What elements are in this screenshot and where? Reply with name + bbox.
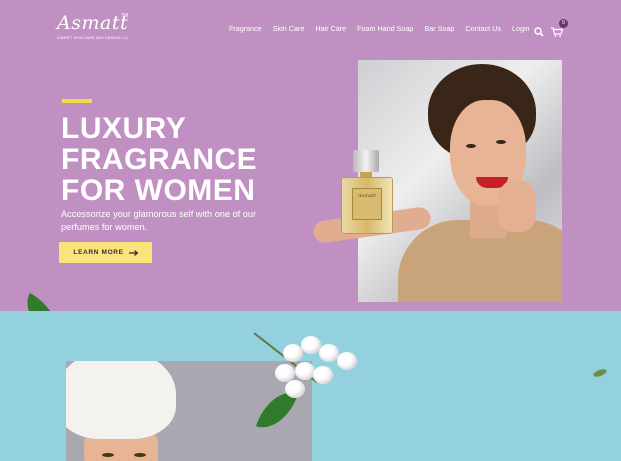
- orchid-flower: [337, 352, 357, 370]
- orchid-flower: [285, 380, 305, 398]
- perfume-bottle: Asmatt: [339, 150, 393, 234]
- model-eye-right: [496, 140, 506, 144]
- hero-headline-line-3: FOR WOMEN: [61, 174, 256, 207]
- nav-item-foam-hand-soap[interactable]: Foam Hand Soap: [357, 24, 413, 33]
- hero-headline: LUXURY FRAGRANCE FOR WOMEN: [61, 113, 257, 206]
- brand-logo-wordmark: Asmatt: [57, 12, 129, 34]
- learn-more-button[interactable]: LEARN MORE: [59, 242, 152, 263]
- orchid-flower: [283, 344, 303, 362]
- model-hand: [498, 180, 536, 232]
- nav-item-hair-care[interactable]: Hair Care: [315, 24, 346, 33]
- nav-item-bar-soap[interactable]: Bar Soap: [424, 24, 454, 33]
- orchid-flower: [319, 344, 339, 362]
- perfume-bottle-label: Asmatt: [352, 188, 382, 220]
- orchid-flower: [301, 336, 321, 354]
- hero-section: Asmatt TM ASMATT SKIN CARE AND DESIGN LL…: [0, 0, 621, 311]
- brand-logo-trademark: TM: [121, 13, 129, 19]
- nav-item-login[interactable]: Login: [512, 24, 530, 33]
- brand-tagline: ASMATT SKIN CARE AND DESIGN LLC: [57, 36, 129, 40]
- hero-headline-line-2: FRAGRANCE: [61, 143, 258, 176]
- orchid-flower: [313, 366, 333, 384]
- model-eye-left: [466, 144, 476, 148]
- main-nav: Fragrance Skin Care Hair Care Foam Hand …: [229, 24, 541, 33]
- headline-accent-bar: [62, 99, 92, 103]
- hero-subtext: Accessorize your glamorous self with one…: [61, 209, 257, 232]
- search-icon[interactable]: [534, 24, 544, 37]
- towel-model-eye-left: [102, 453, 114, 457]
- perfume-bottle-body: Asmatt: [341, 177, 393, 234]
- nav-item-fragrance[interactable]: Fragrance: [229, 24, 262, 33]
- towel-wrap: [66, 361, 176, 439]
- nav-item-skin-care[interactable]: Skin Care: [273, 24, 305, 33]
- nav-item-contact-us[interactable]: Contact Us: [465, 24, 501, 33]
- orchid-flowers: [255, 322, 375, 422]
- orchid-flower: [295, 362, 315, 380]
- perfume-bottle-brand: Asmatt: [358, 193, 376, 199]
- learn-more-label: LEARN MORE: [73, 249, 124, 256]
- hero-headline-line-1: LUXURY: [61, 112, 187, 145]
- towel-model-eye-right: [134, 453, 146, 457]
- cart-count-badge: 0: [559, 19, 568, 28]
- arrow-right-icon: [128, 249, 138, 256]
- perfume-bottle-cap: [353, 150, 379, 172]
- brand-logo[interactable]: Asmatt TM ASMATT SKIN CARE AND DESIGN LL…: [57, 12, 129, 40]
